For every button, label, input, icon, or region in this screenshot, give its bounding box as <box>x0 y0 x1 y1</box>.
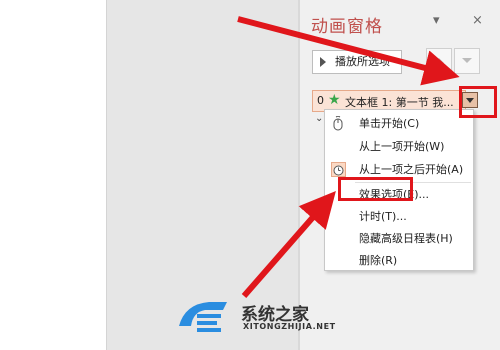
menu-item-remove[interactable]: 删除(R) <box>325 250 473 272</box>
animation-item-label: 文本框 1: 第一节 我... <box>345 96 454 109</box>
menu-item-label: 隐藏高级日程表(H) <box>359 232 453 245</box>
play-selected-label: 播放所选项 <box>335 55 390 68</box>
menu-item-label: 计时(T)... <box>359 210 407 223</box>
menu-item-label: 从上一项开始(W) <box>359 140 445 153</box>
menu-item-hide-advanced-timeline[interactable]: 隐藏高级日程表(H) <box>325 228 473 250</box>
play-selected-button[interactable]: 播放所选项 <box>312 50 402 74</box>
clock-icon <box>331 162 346 177</box>
close-icon[interactable]: × <box>472 13 483 28</box>
highlight-box-effect-options <box>338 177 413 201</box>
menu-item-start-on-click[interactable]: 单击开始(C) <box>325 113 473 135</box>
expand-chevron-icon[interactable]: ⌄ <box>315 113 323 124</box>
watermark-logo-icon <box>179 302 227 332</box>
arrow-down-icon <box>462 58 472 63</box>
menu-item-timing[interactable]: 计时(T)... <box>325 206 473 228</box>
move-up-button[interactable] <box>426 48 452 74</box>
pane-options-icon[interactable]: ▾ <box>433 13 440 28</box>
entrance-effect-star-icon: ★ <box>328 92 341 108</box>
menu-item-label: 删除(R) <box>359 254 398 267</box>
watermark: 系统之家 XITONGZHIJIA.NET <box>175 294 345 344</box>
play-icon <box>320 57 326 67</box>
arrow-up-icon <box>434 58 444 63</box>
pane-title: 动画窗格 <box>311 17 383 37</box>
slide-canvas[interactable] <box>0 0 107 350</box>
watermark-url: XITONGZHIJIA.NET <box>243 322 336 331</box>
menu-item-with-previous[interactable]: 从上一项开始(W) <box>325 136 473 158</box>
highlight-box-dropdown <box>459 86 497 118</box>
animation-order-number: 0 <box>317 94 324 107</box>
move-down-button[interactable] <box>454 48 480 74</box>
menu-item-label: 单击开始(C) <box>359 117 420 130</box>
